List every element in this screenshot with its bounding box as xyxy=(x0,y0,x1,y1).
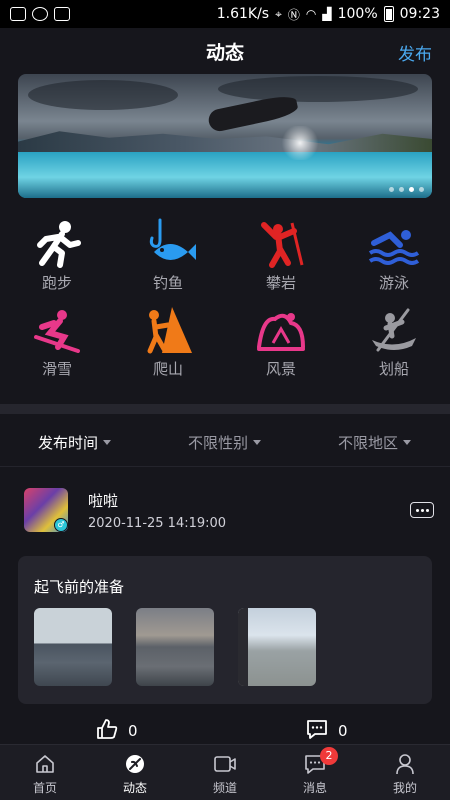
category-label: 划船 xyxy=(378,360,409,378)
category-label: 钓鱼 xyxy=(152,274,183,292)
unread-badge: 2 xyxy=(320,747,338,765)
skiing-icon xyxy=(29,304,85,356)
category-grid: 跑步 钓鱼 攀岩 游泳 滑雪 爬山 风景 划船 xyxy=(0,218,450,388)
caret-down-icon xyxy=(253,439,262,445)
nav-home[interactable]: 首页 xyxy=(10,751,80,796)
filter-label: 发布时间 xyxy=(38,433,99,452)
category-label: 风景 xyxy=(265,360,296,378)
network-speed: 1.61K/s xyxy=(216,6,270,22)
nfc-icon: Ⓝ xyxy=(287,7,300,22)
filter-region[interactable]: 不限地区 xyxy=(338,432,412,453)
category-label: 爬山 xyxy=(152,360,183,378)
more-dot xyxy=(415,508,419,512)
category-label: 游泳 xyxy=(378,274,409,292)
post-photo[interactable] xyxy=(136,608,214,686)
signal-icon: ▟ xyxy=(322,7,332,21)
category-rowing[interactable]: 划船 xyxy=(349,304,439,379)
category-mountaineering[interactable]: 爬山 xyxy=(123,304,213,379)
nav-feed[interactable]: 动态 xyxy=(100,751,170,796)
nav-channel[interactable]: 频道 xyxy=(190,751,260,796)
battery-icon xyxy=(383,6,394,22)
running-icon xyxy=(29,218,85,270)
nav-label: 动态 xyxy=(122,781,147,795)
feed-icon xyxy=(122,751,148,777)
filter-label: 不限地区 xyxy=(338,433,399,452)
carousel-dot xyxy=(399,187,404,192)
nav-label: 消息 xyxy=(302,781,327,795)
category-label: 滑雪 xyxy=(41,360,72,378)
more-options-button[interactable] xyxy=(410,502,434,518)
thumbs-up-icon xyxy=(96,718,118,744)
like-button[interactable]: 0 xyxy=(96,718,138,744)
carousel-indicator xyxy=(389,187,424,192)
banner-cloud xyxy=(28,80,178,110)
post-username[interactable]: 啦啦 xyxy=(88,490,118,511)
post-photo[interactable] xyxy=(238,608,316,686)
post-title: 起飞前的准备 xyxy=(34,578,125,596)
profile-icon xyxy=(392,751,418,777)
banner-pool xyxy=(18,152,432,198)
comment-count: 0 xyxy=(338,722,348,740)
more-dot xyxy=(425,508,429,512)
banner-carousel[interactable] xyxy=(18,74,432,198)
banner-cloud xyxy=(218,76,418,102)
climbing-icon xyxy=(253,218,309,270)
status-bar: 1.61K/s ⌖ Ⓝ ◠ ▟ 100% 09:23 xyxy=(0,0,450,28)
category-scenery[interactable]: 风景 xyxy=(236,304,326,379)
activity-notification-icon xyxy=(54,7,70,21)
category-label: 跑步 xyxy=(41,274,72,292)
rowing-icon xyxy=(366,304,422,356)
swimming-icon xyxy=(366,218,422,270)
scenery-icon xyxy=(253,304,309,356)
carousel-dot-active xyxy=(409,187,414,192)
category-fishing[interactable]: 钓鱼 xyxy=(123,218,213,293)
comment-button[interactable]: 0 xyxy=(306,718,348,744)
category-climbing[interactable]: 攀岩 xyxy=(236,218,326,293)
location-icon: ⌖ xyxy=(275,6,282,21)
app-notification-icon xyxy=(32,7,48,21)
caret-down-icon xyxy=(403,439,412,445)
battery-level: 100% xyxy=(337,6,378,22)
channel-icon xyxy=(212,751,238,777)
nav-profile[interactable]: 我的 xyxy=(370,751,440,796)
clock: 09:23 xyxy=(399,6,440,22)
category-skiing[interactable]: 滑雪 xyxy=(12,304,102,379)
publish-button[interactable]: 发布 xyxy=(398,40,432,65)
page-header: 动态 发布 xyxy=(0,28,450,74)
section-divider xyxy=(0,404,450,414)
nav-messages[interactable]: 2 消息 xyxy=(280,747,350,796)
gender-male-icon: ♂ xyxy=(54,518,68,532)
carousel-dot xyxy=(419,187,424,192)
category-label: 攀岩 xyxy=(265,274,296,292)
post-photo[interactable] xyxy=(34,608,112,686)
post-timestamp: 2020-11-25 14:19:00 xyxy=(88,516,227,531)
fishing-icon xyxy=(140,218,196,270)
filter-publish-time[interactable]: 发布时间 xyxy=(38,432,112,453)
wifi-icon: ◠ xyxy=(305,7,317,21)
post-card[interactable]: 起飞前的准备 xyxy=(18,556,432,704)
home-icon xyxy=(32,751,58,777)
filter-divider xyxy=(0,466,450,467)
gallery-notification-icon xyxy=(10,7,26,21)
category-swimming[interactable]: 游泳 xyxy=(349,218,439,293)
status-notification-icons xyxy=(10,7,70,21)
comment-icon xyxy=(306,718,328,744)
page-title: 动态 xyxy=(205,41,244,64)
filter-gender[interactable]: 不限性别 xyxy=(188,432,262,453)
more-dot xyxy=(420,508,424,512)
nav-label: 频道 xyxy=(212,781,237,795)
banner-splash xyxy=(280,126,320,160)
mountaineering-icon xyxy=(140,304,196,356)
caret-down-icon xyxy=(103,439,112,445)
nav-label: 我的 xyxy=(392,781,417,795)
carousel-dot xyxy=(389,187,394,192)
category-running[interactable]: 跑步 xyxy=(12,218,102,293)
filter-bar: 发布时间 不限性别 不限地区 xyxy=(0,420,450,464)
filter-label: 不限性别 xyxy=(188,433,249,452)
bottom-navigation: 首页 动态 频道 2 消息 我的 xyxy=(0,744,450,800)
like-count: 0 xyxy=(128,722,138,740)
nav-label: 首页 xyxy=(32,781,57,795)
